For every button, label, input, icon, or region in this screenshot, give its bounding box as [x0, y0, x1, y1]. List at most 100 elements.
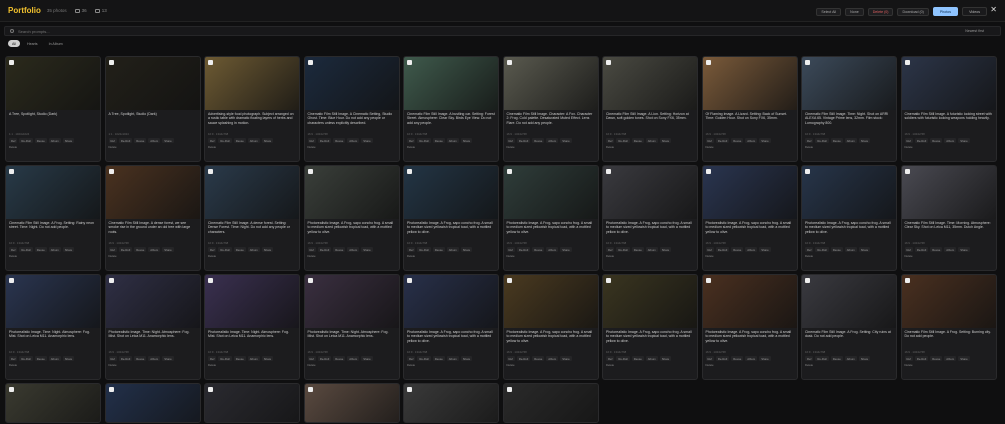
photo-card[interactable]: Cinematic Film Still Image. A bustling c…	[403, 56, 499, 162]
card-action-button[interactable]: Album	[247, 356, 260, 361]
photo-card[interactable]	[502, 383, 599, 423]
card-action-button[interactable]: Ref	[407, 138, 416, 143]
card-action-button[interactable]: Re-Roll	[118, 247, 133, 252]
photo-card[interactable]: Cinematic Film Still Image. A Frog. Sett…	[801, 274, 897, 380]
photo-thumbnail[interactable]	[304, 166, 399, 219]
card-action-button[interactable]: Album	[347, 356, 360, 361]
select-checkbox[interactable]	[108, 169, 114, 174]
card-action-button[interactable]: Album	[247, 138, 260, 143]
card-action-button[interactable]: Reuse	[134, 138, 147, 143]
card-action-button[interactable]: Re-Roll	[118, 356, 133, 361]
card-action-button[interactable]: Share	[659, 356, 672, 361]
card-action-button[interactable]: Share	[858, 247, 871, 252]
card-delete-button[interactable]: Delete	[603, 144, 697, 150]
photo-thumbnail[interactable]	[6, 166, 100, 219]
card-delete-button[interactable]: Delete	[106, 253, 200, 259]
photo-thumbnail[interactable]	[802, 275, 896, 328]
photo-thumbnail[interactable]	[404, 57, 498, 110]
card-action-button[interactable]: Reuse	[731, 138, 744, 143]
card-action-button[interactable]: Reuse	[134, 247, 147, 252]
card-action-button[interactable]: Reuse	[432, 138, 445, 143]
card-action-button[interactable]: Ref	[9, 356, 18, 361]
select-checkbox[interactable]	[904, 60, 910, 65]
card-action-button[interactable]: Share	[261, 247, 274, 252]
delete-button[interactable]: Delete (0)	[867, 7, 894, 16]
photo-thumbnail[interactable]	[901, 57, 996, 110]
select-checkbox[interactable]	[904, 278, 910, 283]
card-action-button[interactable]: Reuse	[333, 138, 346, 143]
card-action-button[interactable]: Share	[958, 138, 970, 143]
photo-card[interactable]: Cinematic Film Still Image. Time: Mornin…	[900, 165, 997, 271]
photo-card[interactable]: Cinematic Film Still Image. A Frog. Sett…	[5, 165, 101, 271]
card-delete-button[interactable]: Delete	[6, 144, 100, 150]
card-action-button[interactable]: Ref	[606, 356, 615, 361]
select-checkbox[interactable]	[705, 60, 711, 65]
card-action-button[interactable]: Reuse	[233, 356, 246, 361]
photo-card[interactable]: Photorealistic Image. A Frog, sapo conch…	[303, 165, 400, 271]
card-action-button[interactable]: Share	[162, 247, 174, 252]
card-action-button[interactable]: Album	[48, 356, 61, 361]
search-input[interactable]	[18, 28, 318, 34]
select-checkbox[interactable]	[506, 60, 512, 65]
card-action-button[interactable]: Share	[858, 138, 871, 143]
card-action-button[interactable]: Re-Roll	[19, 356, 33, 361]
card-action-button[interactable]: Share	[659, 138, 672, 143]
photo-thumbnail[interactable]	[702, 57, 797, 110]
photo-card[interactable]: Cinematic Film Still Image. A Frog. Sett…	[900, 274, 997, 380]
card-action-button[interactable]: Album	[347, 138, 360, 143]
photo-card[interactable]: Photorealistic Image. A Frog, sapo conch…	[502, 165, 599, 271]
select-checkbox[interactable]	[208, 169, 213, 174]
card-action-button[interactable]: Re-Roll	[914, 138, 929, 143]
photo-card[interactable]: Photorealistic Image. A Frog, sapo conch…	[701, 165, 798, 271]
card-action-button[interactable]: Reuse	[930, 356, 943, 361]
card-action-button[interactable]: Share	[560, 247, 572, 252]
card-action-button[interactable]: Album	[944, 247, 957, 252]
photo-thumbnail[interactable]	[901, 275, 996, 328]
card-action-button[interactable]: Share	[958, 356, 970, 361]
photo-thumbnail[interactable]	[702, 166, 797, 219]
card-action-button[interactable]: Album	[546, 356, 559, 361]
card-action-button[interactable]: Re-Roll	[616, 138, 630, 143]
card-action-button[interactable]: Album	[645, 247, 658, 252]
card-delete-button[interactable]: Delete	[404, 144, 498, 150]
card-action-button[interactable]: Re-Roll	[715, 356, 730, 361]
card-delete-button[interactable]: Delete	[802, 362, 896, 368]
card-action-button[interactable]: Re-Roll	[19, 138, 33, 143]
card-action-button[interactable]: Re-Roll	[715, 138, 730, 143]
photo-card[interactable]	[104, 383, 201, 423]
card-delete-button[interactable]: Delete	[603, 362, 697, 368]
select-checkbox[interactable]	[9, 278, 14, 283]
photo-thumbnail[interactable]	[205, 57, 299, 110]
card-action-button[interactable]: Album	[844, 138, 857, 143]
card-action-button[interactable]: Ref	[9, 138, 18, 143]
photo-card[interactable]: Cinematic Film Still Image. A futuristic…	[900, 56, 997, 162]
photo-thumbnail[interactable]	[503, 57, 598, 110]
select-checkbox[interactable]	[307, 278, 313, 283]
photo-card[interactable]: Cinematic Film Still Image. Character: A…	[502, 56, 599, 162]
card-delete-button[interactable]: Delete	[106, 362, 200, 368]
card-delete-button[interactable]: Delete	[902, 253, 996, 259]
photo-card[interactable]: Photorealistic Image. Time: Night. Atmos…	[204, 274, 300, 380]
filter-hearts[interactable]: Hearts	[23, 40, 42, 47]
photo-card[interactable]: Photorealistic Image. A Frog, sapo conch…	[602, 274, 698, 380]
card-action-button[interactable]: Ref	[805, 138, 814, 143]
select-checkbox[interactable]	[208, 60, 213, 65]
photo-thumbnail[interactable]	[404, 384, 498, 422]
card-action-button[interactable]: Reuse	[631, 138, 644, 143]
card-delete-button[interactable]: Delete	[205, 253, 299, 259]
select-checkbox[interactable]	[506, 387, 512, 392]
filter-all[interactable]: All	[8, 40, 20, 47]
card-action-button[interactable]: Re-Roll	[218, 247, 232, 252]
card-action-button[interactable]: Share	[958, 247, 970, 252]
photo-card[interactable]: Photorealistic Image. A Frog, sapo conch…	[602, 165, 698, 271]
photo-thumbnail[interactable]	[105, 275, 200, 328]
card-action-button[interactable]: Ref	[606, 247, 615, 252]
card-delete-button[interactable]: Delete	[902, 144, 996, 150]
card-action-button[interactable]: Album	[645, 356, 658, 361]
card-action-button[interactable]: Ref	[805, 247, 814, 252]
select-checkbox[interactable]	[108, 278, 114, 283]
card-delete-button[interactable]: Delete	[603, 253, 697, 259]
card-action-button[interactable]: Ref	[407, 247, 416, 252]
card-action-button[interactable]: Ref	[506, 247, 515, 252]
card-action-button[interactable]: Share	[261, 138, 274, 143]
